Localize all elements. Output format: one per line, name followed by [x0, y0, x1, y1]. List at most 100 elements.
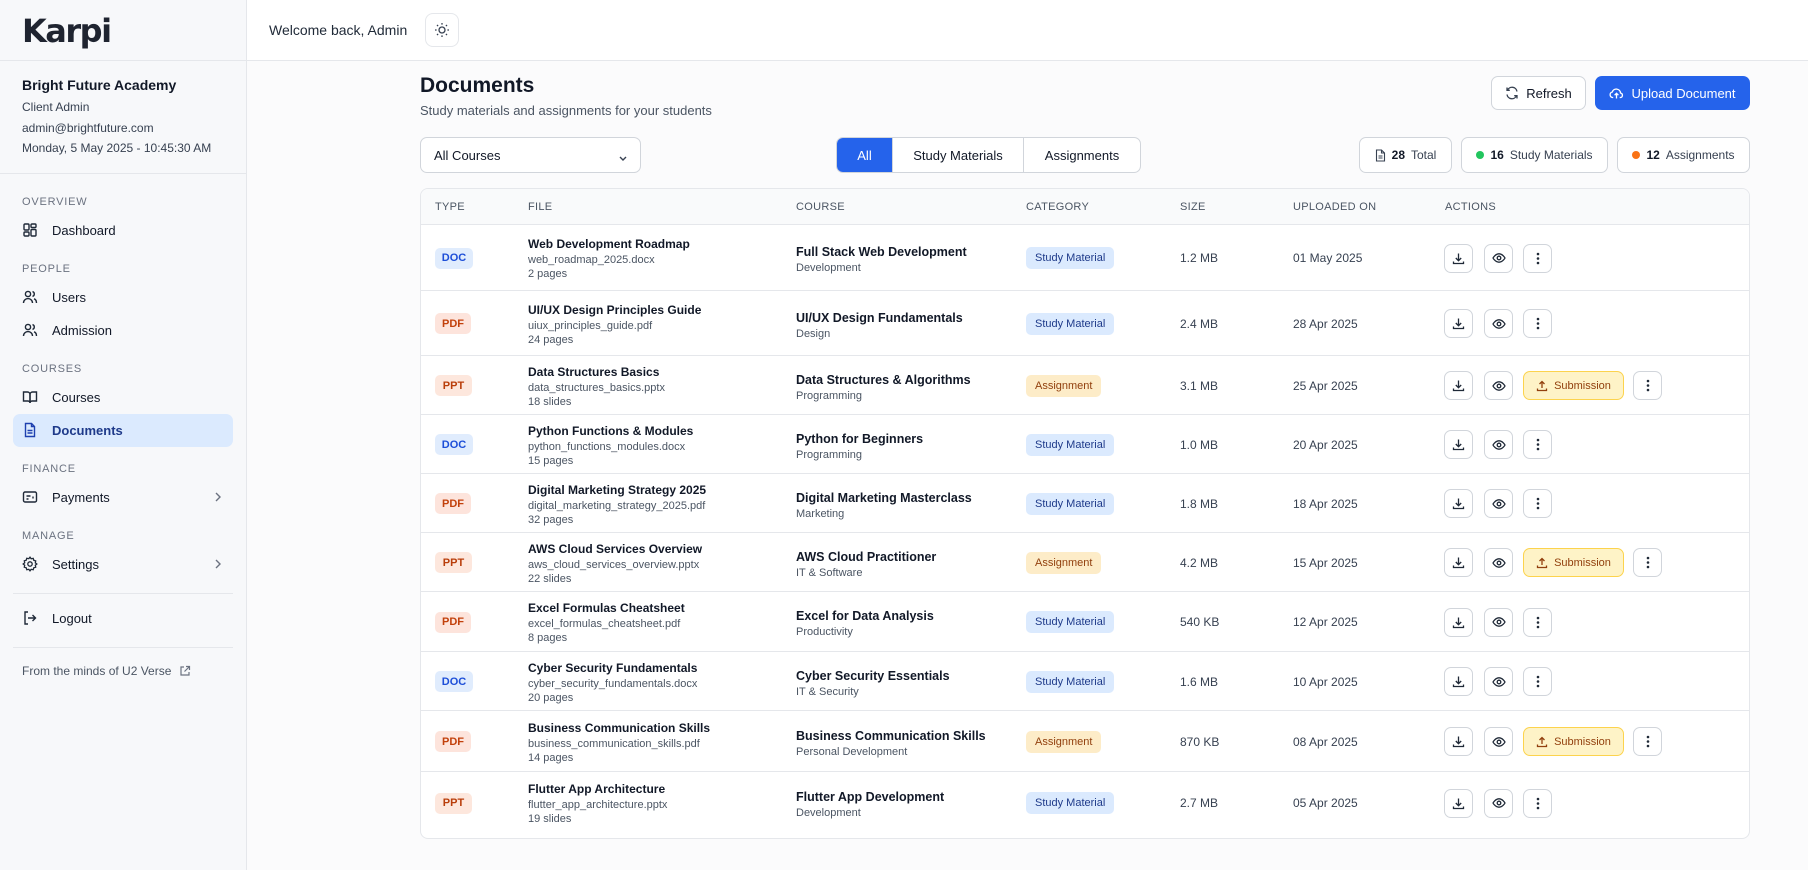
- logout-icon: [22, 610, 38, 626]
- refresh-button[interactable]: Refresh: [1491, 76, 1586, 110]
- course-name: Data Structures & Algorithms: [796, 372, 971, 387]
- submission-button[interactable]: Submission: [1523, 548, 1624, 577]
- more-options-button[interactable]: [1523, 788, 1552, 818]
- download-button[interactable]: [1444, 788, 1473, 818]
- file-title[interactable]: Data Structures Basics: [528, 365, 659, 379]
- download-button[interactable]: [1444, 489, 1473, 518]
- refresh-label: Refresh: [1526, 85, 1572, 101]
- eye-icon: [1491, 736, 1506, 747]
- submission-button[interactable]: Submission: [1523, 371, 1624, 400]
- submission-button[interactable]: Submission: [1523, 727, 1624, 756]
- view-button[interactable]: [1484, 309, 1513, 338]
- view-button[interactable]: [1484, 727, 1513, 756]
- download-button[interactable]: [1444, 607, 1473, 637]
- table-row: DOC Cyber Security Fundamentals cyber_se…: [421, 652, 1749, 711]
- file-size: 2.7 MB: [1180, 796, 1219, 810]
- upload-date: 08 Apr 2025: [1293, 734, 1358, 749]
- upload-document-button[interactable]: Upload Document: [1595, 76, 1750, 110]
- category-tabs: All Study Materials Assignments: [836, 137, 1141, 173]
- file-title[interactable]: Flutter App Architecture: [528, 782, 665, 796]
- file-type-badge: PDF: [435, 731, 471, 752]
- course-name: Cyber Security Essentials: [796, 668, 950, 683]
- sidebar-item-users[interactable]: Users: [13, 281, 233, 314]
- footer-link[interactable]: From the minds of U2 Verse: [0, 648, 246, 694]
- download-button[interactable]: [1444, 309, 1473, 338]
- download-button[interactable]: [1444, 243, 1473, 273]
- documents-table: TYPE FILE COURSE CATEGORY SIZE UPLOADED …: [420, 188, 1750, 839]
- file-title[interactable]: Excel Formulas Cheatsheet: [528, 601, 685, 615]
- file-size: 1.6 MB: [1180, 674, 1219, 689]
- sidebar-item-label: Settings: [52, 556, 99, 572]
- more-options-button[interactable]: [1523, 667, 1552, 696]
- view-button[interactable]: [1484, 667, 1513, 696]
- file-title[interactable]: Cyber Security Fundamentals: [528, 661, 697, 675]
- more-options-button[interactable]: [1523, 243, 1552, 273]
- file-title[interactable]: AWS Cloud Services Overview: [528, 542, 702, 556]
- sidebar-item-settings[interactable]: Settings: [13, 548, 233, 581]
- file-title[interactable]: Digital Marketing Strategy 2025: [528, 483, 706, 497]
- more-options-button[interactable]: [1523, 489, 1552, 518]
- more-vertical-icon: [1536, 252, 1539, 264]
- sidebar-item-courses[interactable]: Courses: [13, 381, 233, 414]
- column-header-category: CATEGORY: [1026, 201, 1090, 213]
- tab-study-materials[interactable]: Study Materials: [893, 138, 1024, 172]
- download-button[interactable]: [1444, 548, 1473, 577]
- page-title: Documents: [420, 74, 535, 97]
- view-button[interactable]: [1484, 430, 1513, 459]
- user-email: admin@brightfuture.com: [22, 120, 154, 135]
- more-vertical-icon: [1646, 556, 1649, 569]
- sidebar-item-documents[interactable]: Documents: [13, 413, 233, 447]
- file-title[interactable]: Python Functions & Modules: [528, 424, 693, 438]
- download-icon: [1452, 557, 1465, 569]
- sidebar-item-dashboard[interactable]: Dashboard: [13, 214, 233, 247]
- theme-toggle-button[interactable]: [425, 13, 460, 47]
- view-button[interactable]: [1484, 788, 1513, 818]
- sidebar-item-payments[interactable]: Payments: [13, 481, 233, 514]
- download-icon: [1452, 318, 1465, 330]
- view-button[interactable]: [1484, 489, 1513, 518]
- upload-date: 10 Apr 2025: [1293, 674, 1358, 689]
- more-options-button[interactable]: [1523, 430, 1552, 459]
- course-name: Excel for Data Analysis: [796, 609, 934, 623]
- download-button[interactable]: [1444, 430, 1473, 459]
- submission-label: Submission: [1554, 556, 1611, 569]
- file-title[interactable]: UI/UX Design Principles Guide: [528, 303, 701, 317]
- more-options-button[interactable]: [1633, 548, 1662, 577]
- file-size: 4.2 MB: [1180, 555, 1219, 570]
- eye-icon: [1491, 439, 1506, 450]
- file-type-badge: PPT: [435, 375, 472, 396]
- file-meta: 32 pages: [528, 513, 574, 526]
- more-options-button[interactable]: [1523, 607, 1552, 637]
- view-button[interactable]: [1484, 371, 1513, 400]
- more-options-button[interactable]: [1633, 727, 1662, 756]
- download-button[interactable]: [1444, 371, 1473, 400]
- payment-icon: [22, 489, 38, 505]
- download-button[interactable]: [1444, 727, 1473, 756]
- download-icon: [1452, 380, 1465, 392]
- view-button[interactable]: [1484, 548, 1513, 577]
- file-title[interactable]: Web Development Roadmap: [528, 237, 690, 251]
- more-options-button[interactable]: [1523, 309, 1552, 338]
- nav-section-finance: FINANCE: [22, 462, 76, 475]
- sidebar-item-label: Documents: [52, 422, 123, 438]
- course-filter-select[interactable]: All Courses: [420, 137, 641, 173]
- file-title[interactable]: Business Communication Skills: [528, 721, 710, 735]
- sidebar-item-logout[interactable]: Logout: [13, 602, 233, 635]
- course-category: Development: [796, 807, 861, 819]
- tab-all[interactable]: All: [837, 138, 893, 172]
- tab-assignments[interactable]: Assignments: [1024, 138, 1140, 172]
- course-name: Digital Marketing Masterclass: [796, 490, 972, 505]
- file-size: 1.8 MB: [1180, 496, 1219, 511]
- app-logo[interactable]: Karpi: [22, 12, 112, 50]
- submission-label: Submission: [1554, 735, 1611, 748]
- document-icon: [1375, 148, 1385, 162]
- download-button[interactable]: [1444, 667, 1473, 696]
- file-meta: 15 pages: [528, 454, 574, 467]
- view-button[interactable]: [1484, 607, 1513, 637]
- table-body: DOC Web Development Roadmap web_roadmap_…: [421, 225, 1749, 834]
- footer-text: From the minds of U2 Verse: [22, 663, 172, 678]
- sidebar-item-admission[interactable]: Admission: [13, 314, 233, 347]
- eye-icon: [1491, 380, 1506, 391]
- more-options-button[interactable]: [1633, 371, 1662, 400]
- view-button[interactable]: [1484, 243, 1513, 273]
